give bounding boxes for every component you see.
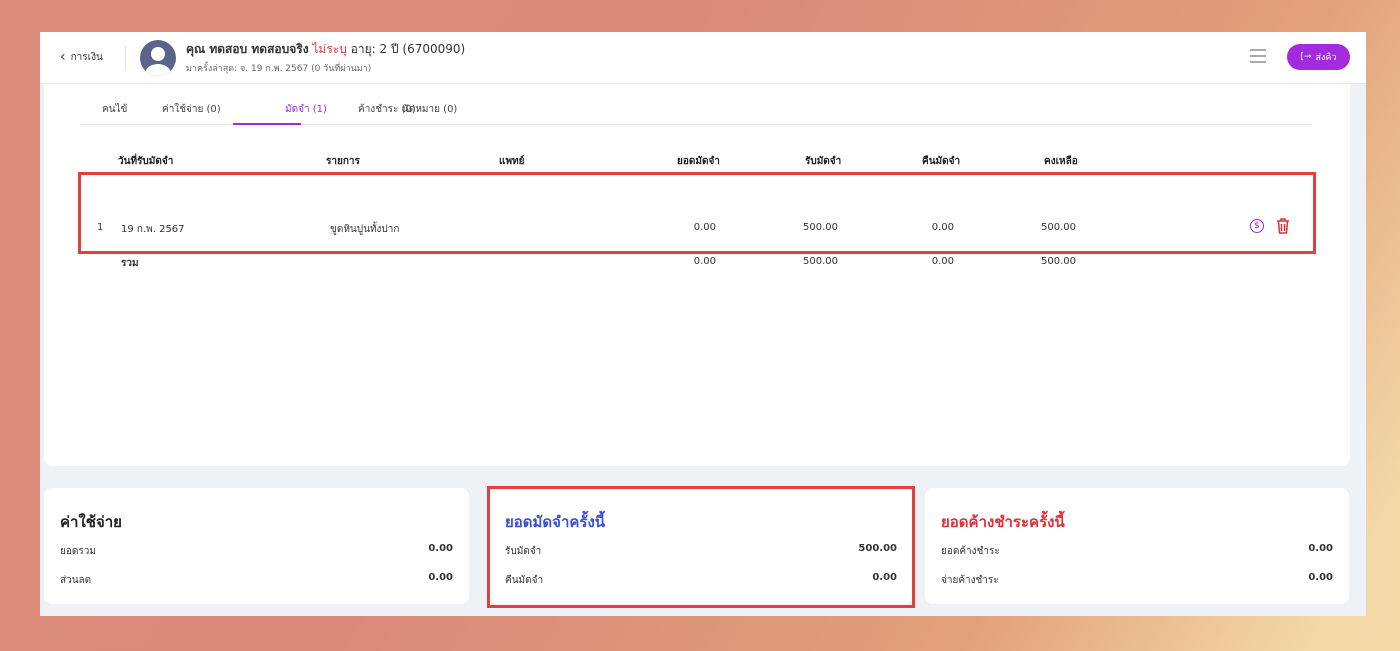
expense-total-label: ยอดรวม	[60, 546, 96, 557]
gender: ไม่ระบุ	[312, 42, 347, 56]
outstanding-value: 0.00	[1308, 543, 1333, 554]
row-date: 19 ก.พ. 2567	[121, 224, 185, 235]
total-received: 500.00	[803, 256, 838, 267]
col-date: วันที่รับมัดจำ	[118, 156, 174, 167]
col-item: รายการ	[326, 156, 360, 167]
row-item: ขูดหินปูนทั้งปาก	[330, 224, 400, 235]
exit-icon: [→	[1300, 52, 1312, 62]
outstanding-card: ยอดค้างชำระครั้งนี้ ยอดค้างชำระ 0.00 จ่า…	[925, 488, 1349, 604]
col-received: รับมัดจำ	[805, 156, 842, 167]
total-refund: 0.00	[931, 256, 954, 267]
total-label: รวม	[121, 258, 139, 269]
row-balance: 500.00	[1041, 222, 1076, 233]
highlight-deposit-card	[487, 486, 915, 608]
col-balance: คงเหลือ	[1044, 156, 1078, 167]
row-received: 500.00	[803, 222, 838, 233]
header: ‹ การเงิน คุณ ทดสอบ ทดสอบจริง ไม่ระบุ อาย…	[40, 32, 1366, 84]
app-window: ‹ การเงิน คุณ ทดสอบ ทดสอบจริง ไม่ระบุ อาย…	[40, 32, 1366, 616]
outstanding-label: ยอดค้างชำระ	[941, 546, 1000, 557]
back-label: การเงิน	[70, 51, 103, 63]
tab-patient[interactable]: คนไข้	[102, 102, 127, 117]
expense-card: ค่าใช้จ่าย ยอดรวม 0.00 ส่วนลด 0.00	[44, 488, 469, 604]
outstanding-title: ยอดค้างชำระครั้งนี้	[941, 513, 1065, 531]
tab-deposit[interactable]: มัดจำ (1)	[285, 102, 327, 117]
discount-value: 0.00	[428, 572, 453, 583]
row-refund: 0.00	[931, 222, 954, 233]
col-refund: คืนมัดจำ	[922, 156, 961, 167]
age-id: อายุ: 2 ปี (6700090)	[350, 42, 466, 56]
back-button[interactable]: ‹ การเงิน	[60, 49, 103, 65]
avatar	[140, 40, 176, 76]
row-number: 1	[97, 222, 104, 233]
col-deposit: ยอดมัดจำ	[677, 156, 720, 167]
divider	[125, 46, 126, 70]
paid-outstanding-label: จ่ายค้างชำระ	[941, 575, 999, 586]
total-balance: 500.00	[1041, 256, 1076, 267]
total-deposit: 0.00	[693, 256, 716, 267]
active-tab-indicator	[233, 123, 301, 125]
expense-title: ค่าใช้จ่าย	[60, 513, 122, 531]
paid-outstanding-value: 0.00	[1308, 572, 1333, 583]
last-visit: มาครั้งล่าสุด: จ. 19 ก.พ. 2567 (0 วันที่…	[186, 64, 372, 74]
expense-total-value: 0.00	[428, 543, 453, 554]
tab-appointments[interactable]: นัดหมาย (0)	[402, 102, 457, 117]
col-doctor: แพทย์	[499, 156, 525, 167]
patient-info: คุณ ทดสอบ ทดสอบจริง ไม่ระบุ อายุ: 2 ปี (…	[186, 40, 465, 59]
tab-bar: คนไข้ ค่าใช้จ่าย (0) มัดจำ (1) ค้างชำระ …	[80, 84, 1312, 125]
refund-dollar-icon[interactable]: $	[1250, 219, 1264, 233]
chevron-left-icon: ‹	[60, 49, 66, 65]
tab-expenses[interactable]: ค่าใช้จ่าย (0)	[162, 102, 221, 117]
menu-icon[interactable]	[1250, 49, 1266, 67]
trash-icon[interactable]	[1276, 218, 1290, 234]
queue-label: ส่งคิว	[1315, 53, 1337, 63]
row-deposit: 0.00	[693, 222, 716, 233]
main-panel: คนไข้ ค่าใช้จ่าย (0) มัดจำ (1) ค้างชำระ …	[44, 84, 1350, 466]
send-queue-button[interactable]: [→ ส่งคิว	[1287, 44, 1350, 70]
discount-label: ส่วนลด	[60, 575, 92, 586]
highlight-deposit-table	[78, 172, 1316, 254]
patient-name: คุณ ทดสอบ ทดสอบจริง	[186, 42, 309, 56]
